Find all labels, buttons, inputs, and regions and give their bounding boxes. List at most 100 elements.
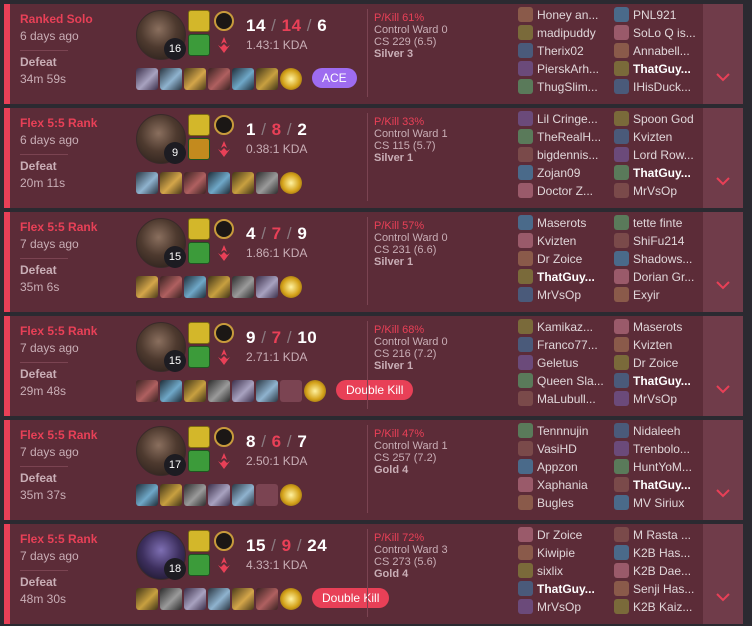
player-name[interactable]: madipuddy xyxy=(537,26,596,40)
player-row[interactable]: M Rasta ... xyxy=(614,526,694,544)
player-name[interactable]: Maserots xyxy=(633,320,682,334)
item-slot-icon[interactable] xyxy=(232,380,254,402)
expand-match-button[interactable] xyxy=(703,4,743,104)
player-name[interactable]: PNL921 xyxy=(633,8,676,22)
player-name[interactable]: Senji Has... xyxy=(633,582,694,596)
player-row[interactable]: K2B Has... xyxy=(614,544,694,562)
item-slot-icon[interactable] xyxy=(232,276,254,298)
player-row[interactable]: ThatGuy... xyxy=(518,268,595,286)
player-row[interactable]: PNL921 xyxy=(614,6,696,24)
player-row[interactable]: Xaphania xyxy=(518,476,588,494)
item-slot-icon[interactable] xyxy=(160,484,182,506)
item-slot-icon[interactable] xyxy=(208,276,230,298)
player-row[interactable]: ThatGuy... xyxy=(614,372,691,390)
item-slot-icon[interactable] xyxy=(208,380,230,402)
player-name[interactable]: IHisDuck... xyxy=(633,80,691,94)
player-name[interactable]: Queen Sla... xyxy=(537,374,604,388)
player-name[interactable]: Trenbolo... xyxy=(633,442,690,456)
item-slot-icon[interactable] xyxy=(256,172,278,194)
player-row[interactable]: Geletus xyxy=(518,354,604,372)
player-row[interactable]: Dr Zoice xyxy=(614,354,691,372)
player-name[interactable]: Lil Cringe... xyxy=(537,112,598,126)
player-row[interactable]: Shadows... xyxy=(614,250,694,268)
player-row[interactable]: K2B Kaiz... xyxy=(614,598,694,616)
player-row[interactable]: tette finte xyxy=(614,214,694,232)
player-name[interactable]: Nidaleeh xyxy=(633,424,680,438)
player-row[interactable]: MaLubull... xyxy=(518,390,604,408)
player-row[interactable]: Kvizten xyxy=(614,128,694,146)
player-name[interactable]: SoLo Q is... xyxy=(633,26,696,40)
player-name[interactable]: PierskArh... xyxy=(537,62,599,76)
player-name[interactable]: Therix02 xyxy=(537,44,584,58)
player-name[interactable]: Spoon God xyxy=(633,112,694,126)
player-row[interactable]: SoLo Q is... xyxy=(614,24,696,42)
player-row[interactable]: ShiFu214 xyxy=(614,232,694,250)
item-slot-icon[interactable] xyxy=(256,380,278,402)
player-name[interactable]: ThatGuy... xyxy=(537,270,595,284)
item-slot-icon[interactable] xyxy=(136,68,158,90)
expand-match-button[interactable] xyxy=(703,420,743,520)
expand-match-button[interactable] xyxy=(703,212,743,312)
player-row[interactable]: Bugles xyxy=(518,494,588,512)
player-name[interactable]: Annabell... xyxy=(633,44,690,58)
player-row[interactable]: Trenbolo... xyxy=(614,440,692,458)
player-name[interactable]: Exyir xyxy=(633,288,660,302)
player-name[interactable]: Kvizten xyxy=(537,234,576,248)
player-row[interactable]: Dorian Gr... xyxy=(614,268,694,286)
player-row[interactable]: Maserots xyxy=(614,318,691,336)
player-row[interactable]: Lord Row... xyxy=(614,146,694,164)
player-name[interactable]: MrVsOp xyxy=(537,600,581,614)
match-card-3[interactable]: Flex 5:5 Rank 7 days ago Defeat 35m 6s 1… xyxy=(4,212,743,312)
player-row[interactable]: sixlix xyxy=(518,562,595,580)
trinket-ward-icon[interactable] xyxy=(280,276,302,298)
player-name[interactable]: K2B Kaiz... xyxy=(633,600,692,614)
item-slot-icon[interactable] xyxy=(136,172,158,194)
player-row[interactable]: MrVsOp xyxy=(614,390,691,408)
player-name[interactable]: Kvizten xyxy=(633,130,672,144)
match-card-4[interactable]: Flex 5:5 Rank 7 days ago Defeat 29m 48s … xyxy=(4,316,743,416)
player-name[interactable]: ShiFu214 xyxy=(633,234,684,248)
player-name[interactable]: Kamikaz... xyxy=(537,320,593,334)
item-slot-icon[interactable] xyxy=(208,484,230,506)
item-slot-icon[interactable] xyxy=(184,172,206,194)
player-row[interactable]: Tennnujin xyxy=(518,422,588,440)
player-row[interactable]: ThatGuy... xyxy=(518,580,595,598)
match-card-2[interactable]: Flex 5:5 Rank 6 days ago Defeat 20m 11s … xyxy=(4,108,743,208)
player-row[interactable]: Therix02 xyxy=(518,42,599,60)
player-row[interactable]: Annabell... xyxy=(614,42,696,60)
player-row[interactable]: Kvizten xyxy=(614,336,691,354)
player-row[interactable]: VasiHD xyxy=(518,440,588,458)
trinket-ward-icon[interactable] xyxy=(280,484,302,506)
player-name[interactable]: Dr Zoice xyxy=(633,356,678,370)
item-slot-icon[interactable] xyxy=(256,588,278,610)
trinket-ward-icon[interactable] xyxy=(280,68,302,90)
item-slot-icon[interactable] xyxy=(136,484,158,506)
player-row[interactable]: Queen Sla... xyxy=(518,372,604,390)
item-slot-icon[interactable] xyxy=(184,68,206,90)
item-slot-icon[interactable] xyxy=(160,276,182,298)
player-row[interactable]: Nidaleeh xyxy=(614,422,692,440)
player-row[interactable]: Dr Zoice xyxy=(518,250,595,268)
player-row[interactable]: Senji Has... xyxy=(614,580,694,598)
player-name[interactable]: Honey an... xyxy=(537,8,598,22)
expand-match-button[interactable] xyxy=(703,524,743,624)
player-name[interactable]: ThatGuy... xyxy=(633,62,691,76)
trinket-ward-icon[interactable] xyxy=(280,588,302,610)
player-row[interactable]: K2B Dae... xyxy=(614,562,694,580)
player-name[interactable]: Maserots xyxy=(537,216,586,230)
player-row[interactable]: IHisDuck... xyxy=(614,78,696,96)
player-name[interactable]: Dr Zoice xyxy=(537,528,582,542)
player-row[interactable]: Dr Zoice xyxy=(518,526,595,544)
player-name[interactable]: Appzon xyxy=(537,460,578,474)
player-row[interactable]: ThatGuy... xyxy=(614,60,696,78)
player-row[interactable]: MrVsOp xyxy=(518,598,595,616)
player-row[interactable]: Spoon God xyxy=(614,110,694,128)
item-slot-icon[interactable] xyxy=(208,588,230,610)
item-slot-icon[interactable] xyxy=(160,68,182,90)
player-name[interactable]: MaLubull... xyxy=(537,392,596,406)
player-name[interactable]: MV Siriux xyxy=(633,496,684,510)
player-name[interactable]: ThatGuy... xyxy=(633,374,691,388)
player-row[interactable]: Franco77... xyxy=(518,336,604,354)
trinket-ward-icon[interactable] xyxy=(304,380,326,402)
item-slot-icon[interactable] xyxy=(208,68,230,90)
